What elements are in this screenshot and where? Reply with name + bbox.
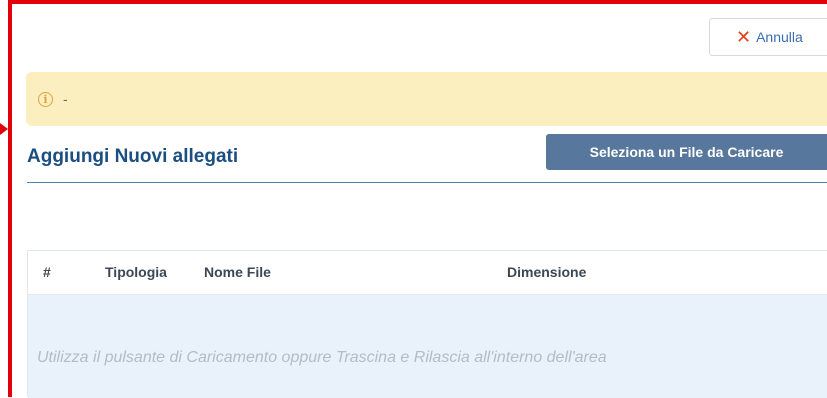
section-divider: [27, 182, 827, 183]
highlight-arrow-icon: [0, 123, 8, 135]
column-header-size: Dimensione: [507, 264, 587, 280]
section-title: Aggiungi Nuovi allegati: [27, 146, 239, 167]
highlight-frame-left: [8, 0, 12, 397]
column-header-filename: Nome File: [204, 264, 271, 280]
select-file-button[interactable]: Seleziona un File da Caricare: [546, 134, 827, 170]
column-header-index: #: [43, 264, 51, 280]
close-icon: ✕: [736, 27, 752, 47]
file-dropzone[interactable]: Utilizza il pulsante di Caricamento oppu…: [28, 295, 827, 398]
info-icon: i: [38, 91, 53, 107]
attachments-table: # Tipologia Nome File Dimensione Utilizz…: [27, 250, 827, 398]
empty-table-message: Utilizza il pulsante di Caricamento oppu…: [37, 349, 607, 366]
cancel-button-label: Annulla: [756, 29, 803, 45]
alert-text: -: [63, 91, 68, 107]
info-alert: i -: [26, 72, 827, 126]
cancel-button[interactable]: ✕ Annulla: [709, 18, 827, 56]
highlight-frame-top: [8, 0, 827, 4]
table-header: # Tipologia Nome File Dimensione: [28, 251, 827, 295]
column-header-type: Tipologia: [105, 264, 167, 280]
